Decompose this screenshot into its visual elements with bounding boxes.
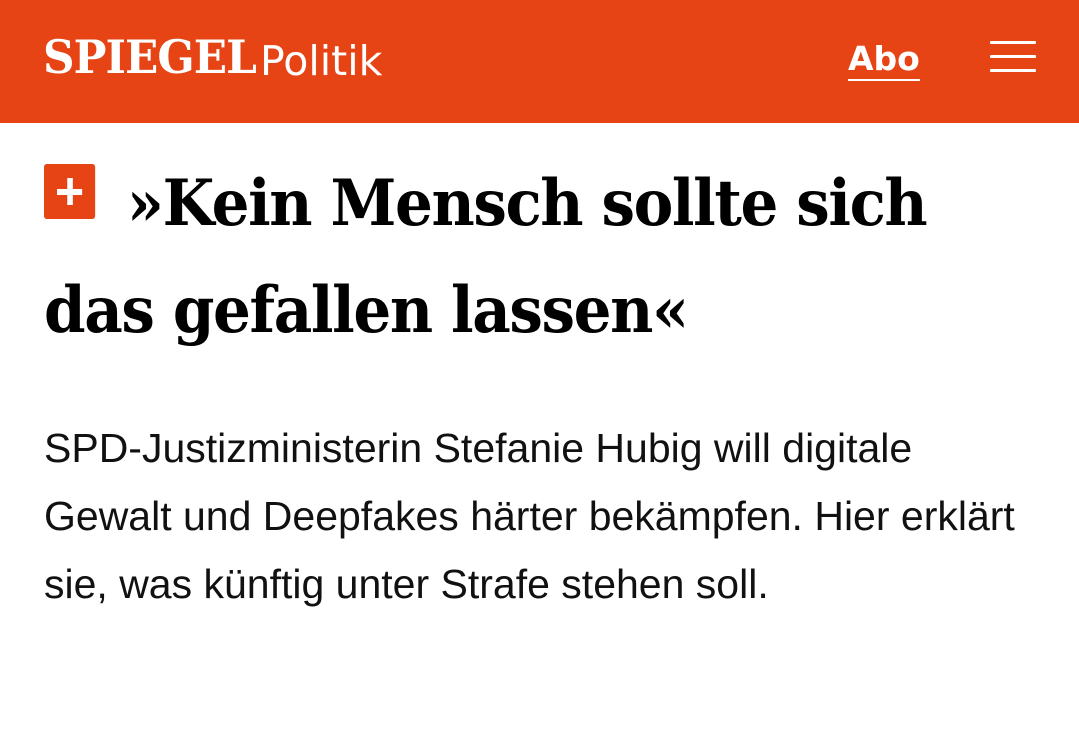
hamburger-menu-icon[interactable] [990, 40, 1036, 74]
section-label[interactable]: Politik [260, 38, 382, 84]
page: SPIEGEL Politik Abo »Kein Mensch sollte … [0, 0, 1079, 739]
article-teaser: SPD-Justizministerin Stefanie Hubig will… [44, 425, 1015, 607]
spiegel-logo[interactable]: SPIEGEL [43, 34, 257, 80]
headline-text: »Kein Mensch sollte sich das gefallen la… [44, 166, 928, 348]
menu-line [990, 55, 1036, 58]
menu-line [990, 41, 1036, 44]
abo-link[interactable]: Abo [848, 40, 920, 81]
menu-line [990, 69, 1036, 72]
article-headline[interactable]: »Kein Mensch sollte sich das gefallen la… [44, 150, 974, 364]
top-bar: SPIEGEL Politik Abo [0, 0, 1079, 123]
spiegel-plus-icon [44, 164, 96, 219]
